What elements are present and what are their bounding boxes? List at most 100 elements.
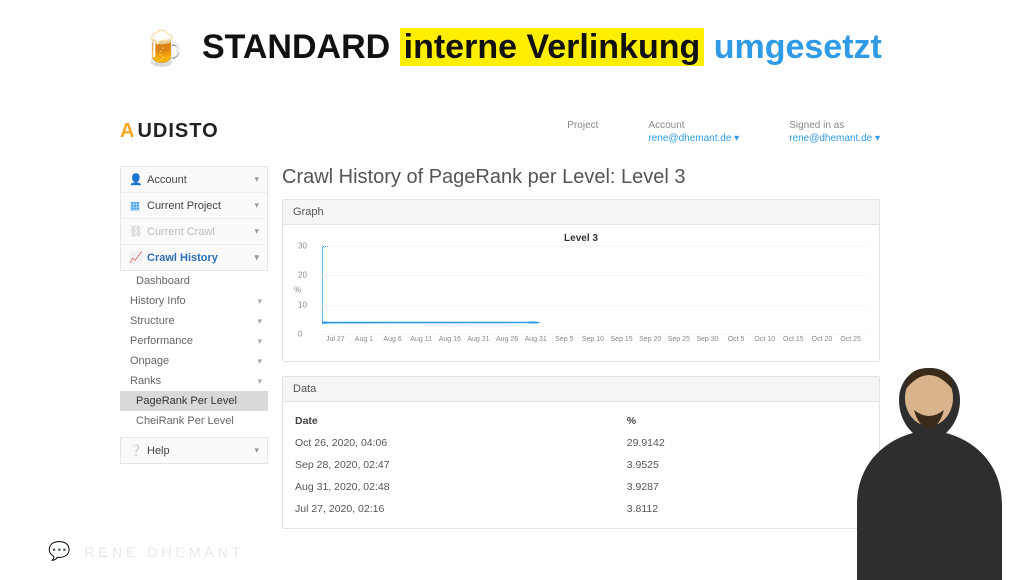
beer-icon: 🍺 xyxy=(142,29,184,69)
chat-icon: 💬 xyxy=(48,541,74,562)
graph-panel-header: Graph xyxy=(283,200,879,225)
topnav-signed-in[interactable]: Signed in as rene@dhemant.de ▾ xyxy=(789,120,880,144)
chevron-down-icon: ▾ xyxy=(254,252,259,263)
data-table: Date % Oct 26, 2020, 04:0629.9142Sep 28,… xyxy=(293,410,869,520)
graph-panel: Graph Level 3 % 0 10 20 30 Jul 27Aug 1Aug 6… xyxy=(282,199,880,362)
chevron-down-icon: ▾ xyxy=(257,376,262,387)
topnav-account-label: Account xyxy=(648,120,739,131)
chart-xtick: Jul 27 xyxy=(321,336,350,343)
sidebar-item-current-crawl: ⛓ Current Crawl ▾ xyxy=(121,219,267,245)
cell-date: Oct 26, 2020, 04:06 xyxy=(295,437,627,449)
presenter-person xyxy=(834,350,1024,580)
col-header-date: Date xyxy=(295,415,627,427)
chart-ytick: 10 xyxy=(298,300,307,309)
chart-icon: 📈 xyxy=(129,251,141,264)
cell-date: Aug 31, 2020, 02:48 xyxy=(295,481,627,493)
chart-title: Level 3 xyxy=(293,233,869,244)
chart-xtick: Sep 15 xyxy=(607,336,636,343)
topnav-account[interactable]: Account rene@dhemant.de ▾ xyxy=(648,120,739,144)
data-panel-header: Data xyxy=(283,377,879,402)
chart-xtick: Oct 5 xyxy=(722,336,751,343)
sidebar-item-help[interactable]: ❔ Help ▾ xyxy=(121,438,267,463)
chart-xtick: Oct 25 xyxy=(836,336,865,343)
sidebar-item-structure[interactable]: Structure▾ xyxy=(120,311,268,331)
logo-text: UDISTO xyxy=(137,120,218,143)
headline-part1: STANDARD xyxy=(202,28,390,66)
cell-pct: 29.9142 xyxy=(627,437,867,449)
chevron-down-icon: ▾ xyxy=(254,445,259,456)
sidebar-label: Current Project xyxy=(147,200,221,212)
topnav-signed-link[interactable]: rene@dhemant.de ▾ xyxy=(789,133,880,144)
chart: Level 3 % 0 10 20 30 Jul 27Aug 1Aug 6Aug 11… xyxy=(293,233,869,353)
chart-plot xyxy=(322,246,865,334)
chart-ylabel: % xyxy=(294,286,301,295)
watermark: 💬 RENE DHEMANT xyxy=(48,541,244,562)
user-icon: 👤 xyxy=(129,173,141,186)
chart-xtick: Aug 16 xyxy=(436,336,465,343)
cell-date: Sep 28, 2020, 02:47 xyxy=(295,459,627,471)
page-title: Crawl History of PageRank per Level: Lev… xyxy=(282,166,880,189)
chart-xtick: Sep 20 xyxy=(636,336,665,343)
chart-xtick: Aug 26 xyxy=(493,336,522,343)
data-panel: Data Date % Oct 26, 2020, 04:0629.9142Se… xyxy=(282,376,880,529)
topnav-signed-label: Signed in as xyxy=(789,120,880,131)
sidebar-item-account[interactable]: 👤 Account ▾ xyxy=(121,167,267,193)
chart-xtick: Aug 21 xyxy=(464,336,493,343)
sidebar-item-current-project[interactable]: ▦ Current Project ▾ xyxy=(121,193,267,219)
chart-xtick: Aug 6 xyxy=(378,336,407,343)
slide-headline: 🍺 STANDARD interne Verlinkung umgesetzt xyxy=(0,28,1024,69)
chart-ytick: 20 xyxy=(298,271,307,280)
sidebar-item-performance[interactable]: Performance▾ xyxy=(120,331,268,351)
sidebar-label: Current Crawl xyxy=(147,226,215,238)
cell-pct: 3.9525 xyxy=(627,459,867,471)
topnav-project[interactable]: Project xyxy=(567,120,598,144)
chart-xtick: Aug 1 xyxy=(350,336,379,343)
sidebar-label: Help xyxy=(147,445,170,457)
table-row: Sep 28, 2020, 02:473.9525 xyxy=(293,454,869,476)
main-content: Crawl History of PageRank per Level: Lev… xyxy=(282,166,880,543)
sidebar-label: Crawl History xyxy=(147,252,218,264)
table-row: Oct 26, 2020, 04:0629.9142 xyxy=(293,432,869,454)
chart-xtick: Oct 20 xyxy=(808,336,837,343)
app-window: AUDISTO Project Account rene@dhemant.de … xyxy=(120,120,880,543)
cell-pct: 3.8112 xyxy=(627,503,867,515)
chevron-down-icon: ▾ xyxy=(257,316,262,327)
chevron-down-icon: ▾ xyxy=(254,200,259,211)
col-header-pct: % xyxy=(627,415,867,427)
sidebar-item-ranks[interactable]: Ranks▾ xyxy=(120,371,268,391)
sidebar-item-dashboard[interactable]: Dashboard xyxy=(120,271,268,291)
sidebar-item-cheirank-per-level[interactable]: CheiRank Per Level xyxy=(120,411,268,431)
chevron-down-icon: ▾ xyxy=(254,226,259,237)
help-icon: ❔ xyxy=(129,444,141,457)
table-row: Jul 27, 2020, 02:163.8112 xyxy=(293,498,869,520)
chevron-down-icon: ▾ xyxy=(257,336,262,347)
chevron-down-icon: ▾ xyxy=(254,174,259,185)
caret-down-icon: ▾ xyxy=(734,133,739,144)
chart-xticks: Jul 27Aug 1Aug 6Aug 11Aug 16Aug 21Aug 26… xyxy=(321,336,865,343)
chart-xtick: Sep 25 xyxy=(665,336,694,343)
chart-ytick: 30 xyxy=(298,242,307,251)
chart-xtick: Aug 11 xyxy=(407,336,436,343)
sidebar-item-pagerank-per-level[interactable]: PageRank Per Level xyxy=(120,391,268,411)
watermark-text: RENE DHEMANT xyxy=(84,544,244,560)
chevron-down-icon: ▾ xyxy=(257,356,262,367)
sidebar-item-onpage[interactable]: Onpage▾ xyxy=(120,351,268,371)
sidebar-item-crawl-history[interactable]: 📈 Crawl History ▾ xyxy=(121,245,267,270)
chart-xtick: Sep 30 xyxy=(693,336,722,343)
spider-icon: ⛓ xyxy=(129,225,141,238)
sidebar-item-history-info[interactable]: History Info▾ xyxy=(120,291,268,311)
sidebar-label: Account xyxy=(147,174,187,186)
caret-down-icon: ▾ xyxy=(875,133,880,144)
table-header-row: Date % xyxy=(293,410,869,432)
logo-mark-icon: A xyxy=(120,120,135,143)
headline-part3: umgesetzt xyxy=(714,28,882,66)
chart-ytick: 0 xyxy=(298,330,302,339)
cell-pct: 3.9287 xyxy=(627,481,867,493)
chevron-down-icon: ▾ xyxy=(257,296,262,307)
app-logo: AUDISTO xyxy=(120,120,219,143)
top-nav: Project Account rene@dhemant.de ▾ Signed… xyxy=(567,120,880,144)
headline-part2: interne Verlinkung xyxy=(400,28,705,66)
topnav-account-link[interactable]: rene@dhemant.de ▾ xyxy=(648,133,739,144)
chart-xtick: Oct 10 xyxy=(750,336,779,343)
grid-icon: ▦ xyxy=(129,199,141,212)
